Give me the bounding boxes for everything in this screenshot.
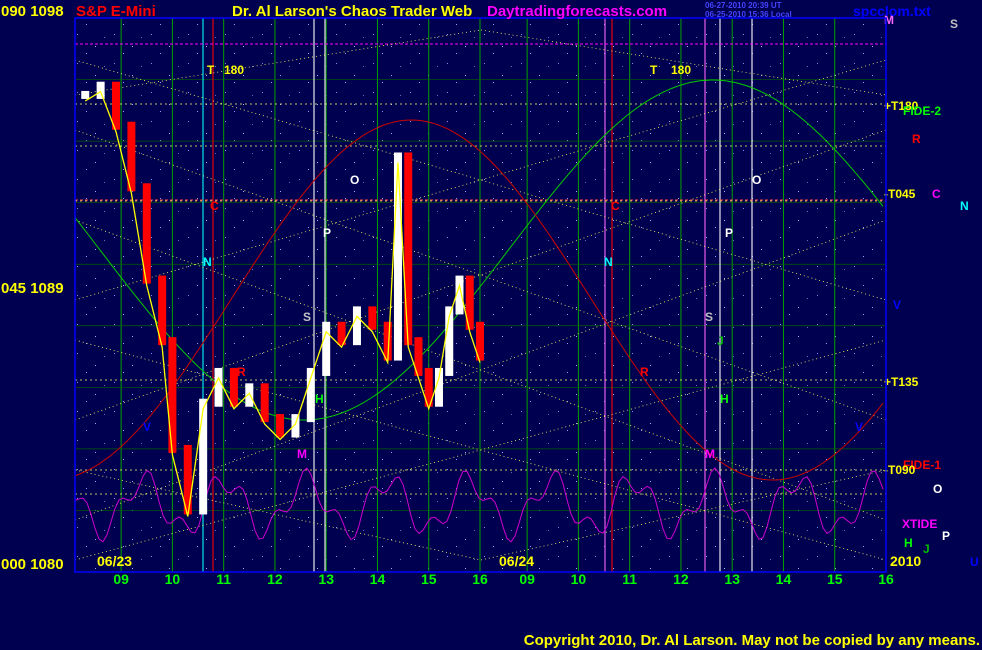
x-tick-label: 12 (673, 571, 689, 587)
chart-letter-label: R (237, 365, 246, 379)
chart-letter-label: C (611, 199, 620, 213)
timestamp-ut: 06-27-2010 20:39 UT (705, 1, 782, 10)
chart-letter-label: M (705, 447, 715, 461)
price-bar (199, 398, 208, 515)
x-tick-label: 14 (776, 571, 792, 587)
chart-canvas: T 180 T 180O OC CP PN NS SR RH HV VM MJJM S+T180FIDE-… (1, 1, 980, 649)
x-tick-label: 16 (472, 571, 488, 587)
right-scale-label: +T135 (884, 375, 919, 389)
year-label: 2010 (890, 553, 921, 569)
right-scale-label: H (904, 536, 913, 550)
x-tick-label: 11 (216, 571, 231, 587)
x-tick-label: 16 (878, 571, 894, 587)
right-scale-label: FIDE-2 (903, 104, 941, 118)
x-tick-label: 15 (421, 571, 437, 587)
x-tick-label: 11 (622, 571, 637, 587)
site-link[interactable]: Daytradingforecasts.com (487, 3, 667, 20)
x-tick-label: 09 (519, 571, 535, 587)
chart-letter-label: M (297, 447, 307, 461)
right-scale-label: S (950, 17, 958, 31)
chart-letter-label: O (752, 173, 761, 187)
chart-letter-label: 180 (671, 63, 691, 77)
chart-letter-label: S (303, 310, 311, 324)
right-scale-label: -T090 (884, 463, 916, 477)
y-axis-bottom-label: 000 1080 (1, 556, 64, 573)
data-file-name: spcclom.txt (853, 3, 931, 19)
chart-letter-label: O (350, 173, 359, 187)
right-scale-label: R (912, 132, 921, 146)
chart-letter-label: H (315, 392, 324, 406)
chart-letter-label: R (640, 365, 649, 379)
timestamp-local: 06-25-2010 15:36 Local (705, 10, 792, 19)
right-scale-label: N (960, 199, 969, 213)
price-bar (96, 81, 105, 99)
x-axis-ticks: 09 10 11 12 13 14 15 16 09 10 11 12 13 14 15 16 (113, 571, 894, 587)
chart-letter-label: P (725, 226, 733, 240)
price-bar (245, 383, 254, 407)
right-scale-label: XTIDE (902, 517, 937, 531)
chart-letter-label: V (143, 420, 151, 434)
right-scale-label: C (932, 187, 941, 201)
chart-letter-label: J (923, 542, 930, 556)
chart-letter-label: T (207, 63, 215, 77)
chart-letter-label: J (717, 334, 724, 348)
price-bar (81, 90, 90, 99)
left-scale-top: 090 1098 (1, 3, 64, 20)
chart-letter-label: V (855, 420, 863, 434)
price-bar (168, 337, 177, 453)
x-tick-label: 10 (165, 571, 181, 587)
chart-letter-label: T (650, 63, 658, 77)
chart-letter-label: 180 (224, 63, 244, 77)
price-bar (368, 306, 377, 330)
chart-letter-label: S (705, 310, 713, 324)
price-bar (214, 367, 223, 407)
chart-letter-label: N (604, 255, 613, 269)
x-tick-label: 13 (724, 571, 740, 587)
chart-letter-label: H (720, 392, 729, 406)
chart-letter-label: C (210, 199, 219, 213)
price-bar (352, 306, 361, 346)
price-bar (260, 383, 269, 423)
price-bar (393, 152, 402, 361)
x-tick-label: 15 (827, 571, 843, 587)
right-scale-label: V (893, 298, 901, 312)
right-scale-label: -T045 (884, 187, 916, 201)
chart-letter-label: P (323, 226, 331, 240)
symbol-title: S&P E-Mini (76, 3, 156, 20)
x-tick-label: 12 (267, 571, 283, 587)
y-axis-mid-label: 045 1089 (1, 280, 64, 297)
chart-title: Dr. Al Larson's Chaos Trader Web (232, 3, 472, 20)
x-tick-label: 10 (571, 571, 587, 587)
date-label-day2: 06/24 (499, 553, 534, 569)
right-scale-label: U (970, 555, 979, 569)
price-bar (404, 152, 413, 346)
price-bar (322, 321, 331, 376)
right-scale-label: O (933, 482, 942, 496)
right-scale-label: P (942, 529, 950, 543)
price-bar (112, 81, 121, 130)
price-bar (276, 414, 285, 438)
copyright-footer: Copyright 2010, Dr. Al Larson. May not b… (524, 632, 980, 649)
chart-letter-label: N (203, 255, 212, 269)
x-tick-label: 09 (113, 571, 129, 587)
date-label-day1: 06/23 (97, 553, 132, 569)
x-tick-label: 14 (370, 571, 386, 587)
x-tick-label: 13 (318, 571, 334, 587)
